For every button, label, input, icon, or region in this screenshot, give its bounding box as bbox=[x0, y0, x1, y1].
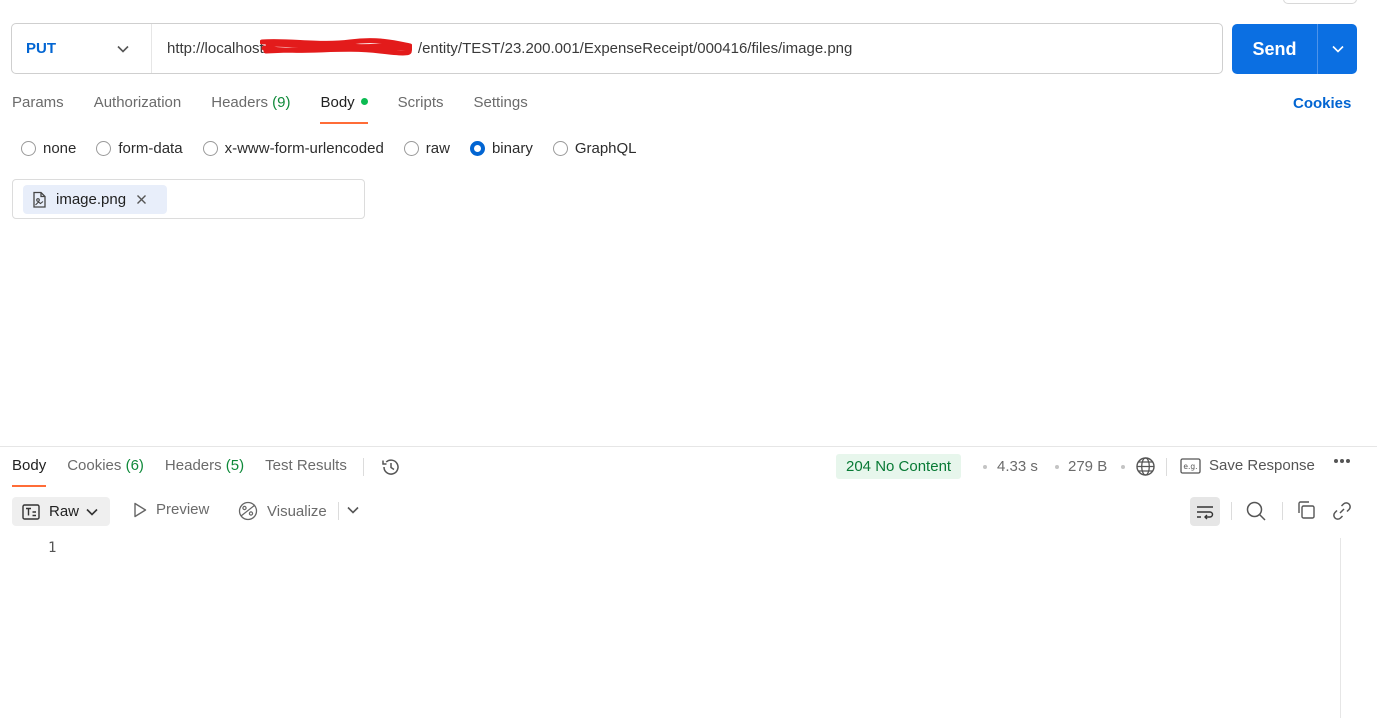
visualize-icon bbox=[238, 501, 258, 521]
separator bbox=[1166, 458, 1167, 476]
chevron-down-icon bbox=[1331, 45, 1344, 53]
tab-authorization[interactable]: Authorization bbox=[94, 94, 182, 124]
response-tabs: Body Cookies (6) Headers (5) Test Result… bbox=[12, 457, 402, 487]
radio-label: form-data bbox=[118, 140, 183, 157]
history-icon[interactable] bbox=[380, 456, 402, 478]
tab-settings[interactable]: Settings bbox=[474, 94, 528, 124]
radio-binary[interactable]: binary bbox=[469, 140, 533, 157]
method-select[interactable]: PUT bbox=[12, 24, 152, 73]
send-button-group: Send bbox=[1232, 24, 1357, 74]
more-options-icon[interactable] bbox=[1333, 458, 1351, 464]
separator-dot bbox=[1121, 465, 1125, 469]
radio-label: x-www-form-urlencoded bbox=[224, 140, 384, 157]
file-icon bbox=[31, 191, 48, 209]
radio-form-data[interactable]: form-data bbox=[96, 140, 183, 157]
cookies-link[interactable]: Cookies bbox=[1293, 95, 1351, 112]
method-label: PUT bbox=[26, 40, 56, 57]
radio-label: GraphQL bbox=[574, 140, 637, 157]
copy-icon[interactable] bbox=[1296, 500, 1316, 520]
radio-circle bbox=[202, 141, 218, 156]
svg-text:e.g.: e.g. bbox=[1183, 462, 1197, 471]
redaction-scribble bbox=[260, 38, 412, 56]
line-number: 1 bbox=[48, 540, 57, 556]
save-response-button[interactable]: e.g. Save Response bbox=[1180, 457, 1315, 474]
radio-label: none bbox=[43, 140, 77, 157]
send-button[interactable]: Send bbox=[1232, 24, 1317, 74]
headers-count: (9) bbox=[272, 94, 291, 111]
save-response-label: Save Response bbox=[1209, 457, 1315, 474]
chevron-down-icon bbox=[86, 508, 98, 516]
radio-circle bbox=[552, 141, 568, 156]
remove-file-icon[interactable] bbox=[136, 194, 147, 205]
top-right-control-edge bbox=[1283, 0, 1357, 4]
tab-headers-label: Headers bbox=[211, 94, 268, 111]
play-icon bbox=[133, 502, 147, 518]
chevron-down-icon bbox=[347, 506, 359, 514]
tab-response-cookies-label: Cookies bbox=[67, 457, 122, 474]
preview-label: Preview bbox=[156, 501, 210, 518]
url-suffix: /entity/TEST/23.200.001/ExpenseReceipt/0… bbox=[417, 40, 853, 57]
binary-file-selector[interactable]: image.png bbox=[12, 179, 365, 219]
scrollbar[interactable] bbox=[1340, 538, 1358, 718]
pane-divider[interactable] bbox=[0, 446, 1377, 447]
status-badge[interactable]: 204 No Content bbox=[836, 454, 962, 479]
tab-params[interactable]: Params bbox=[12, 94, 64, 124]
tab-response-cookies[interactable]: Cookies (6) bbox=[67, 457, 144, 487]
separator-dot bbox=[983, 465, 987, 469]
radio-urlencoded[interactable]: x-www-form-urlencoded bbox=[202, 140, 384, 157]
body-modified-dot bbox=[360, 98, 368, 105]
separator bbox=[338, 502, 339, 520]
separator-dot bbox=[1055, 465, 1059, 469]
search-icon[interactable] bbox=[1245, 500, 1267, 522]
request-tabs: Params Authorization Headers (9) Body Sc… bbox=[12, 94, 558, 124]
radio-label: raw bbox=[425, 140, 450, 157]
url-prefix: http://localhost/ bbox=[167, 40, 268, 57]
format-label: Raw bbox=[49, 503, 80, 520]
visualize-dropdown[interactable] bbox=[347, 506, 359, 514]
radio-circle bbox=[403, 141, 419, 156]
tab-response-headers[interactable]: Headers (5) bbox=[165, 457, 244, 487]
separator bbox=[1282, 502, 1283, 520]
radio-none[interactable]: none bbox=[21, 140, 76, 157]
radio-circle bbox=[96, 141, 112, 156]
link-icon[interactable] bbox=[1331, 500, 1353, 522]
visualize-label: Visualize bbox=[267, 502, 327, 520]
response-time[interactable]: 4.33 s bbox=[997, 458, 1038, 475]
format-select[interactable]: Raw bbox=[12, 497, 110, 526]
response-headers-count: (5) bbox=[225, 457, 245, 474]
radio-graphql[interactable]: GraphQL bbox=[552, 140, 637, 157]
tab-test-results[interactable]: Test Results bbox=[265, 457, 347, 487]
globe-icon[interactable] bbox=[1135, 456, 1156, 477]
tab-response-body[interactable]: Body bbox=[12, 457, 47, 487]
send-dropdown-button[interactable] bbox=[1317, 24, 1357, 74]
file-name: image.png bbox=[56, 191, 127, 208]
tab-body-label: Body bbox=[320, 94, 355, 111]
separator bbox=[362, 458, 364, 476]
radio-circle-selected bbox=[469, 141, 485, 156]
preview-button[interactable]: Preview bbox=[133, 501, 209, 518]
url-input[interactable]: http://localhost/ /entity/TEST/23.200.001… bbox=[152, 38, 853, 57]
chevron-down-icon bbox=[117, 40, 129, 57]
radio-circle bbox=[21, 141, 36, 156]
tab-response-headers-label: Headers bbox=[164, 457, 222, 474]
wrap-lines-button[interactable] bbox=[1190, 497, 1220, 526]
wrap-lines-icon bbox=[1197, 505, 1214, 519]
radio-label: binary bbox=[491, 140, 533, 157]
tab-body[interactable]: Body bbox=[320, 94, 368, 124]
raw-format-icon bbox=[22, 503, 40, 520]
body-type-radio-group: none form-data x-www-form-urlencoded raw… bbox=[21, 140, 657, 157]
tab-headers[interactable]: Headers (9) bbox=[211, 94, 290, 124]
save-response-icon: e.g. bbox=[1180, 457, 1201, 474]
radio-raw[interactable]: raw bbox=[403, 140, 450, 157]
response-size[interactable]: 279 B bbox=[1068, 458, 1107, 475]
visualize-button[interactable]: Visualize bbox=[238, 501, 327, 521]
separator bbox=[1231, 502, 1232, 520]
request-url-bar: PUT http://localhost/ /entity/TEST/23.200… bbox=[11, 23, 1223, 74]
file-chip: image.png bbox=[23, 185, 167, 214]
tab-scripts[interactable]: Scripts bbox=[398, 94, 444, 124]
response-cookies-count: (6) bbox=[125, 457, 144, 474]
